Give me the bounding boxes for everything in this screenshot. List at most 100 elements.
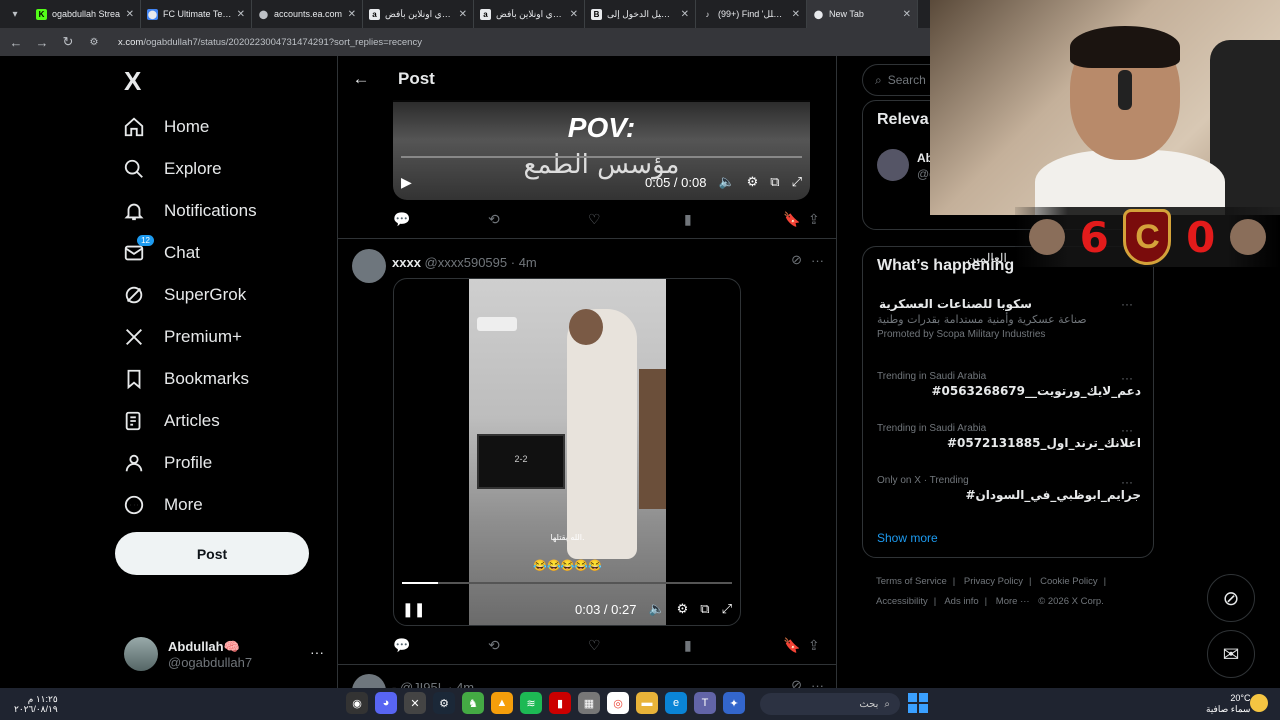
sidebar-item-bookmarks[interactable]: Bookmarks xyxy=(122,358,249,400)
avatar[interactable] xyxy=(352,674,386,688)
heart-icon[interactable]: ♡ xyxy=(588,211,601,228)
heart-icon[interactable]: ♡ xyxy=(588,637,601,654)
taskbar-search[interactable]: بحث ⌕ xyxy=(760,693,900,715)
more-dots-icon[interactable]: ··· xyxy=(1121,423,1133,437)
bookmark-icon[interactable]: 🔖 xyxy=(783,211,800,228)
avatar[interactable] xyxy=(877,149,909,181)
post-button[interactable]: Post xyxy=(115,532,309,575)
back-arrow-icon[interactable]: ← xyxy=(8,35,24,50)
sidebar-item-more[interactable]: More xyxy=(122,484,203,526)
footer-link[interactable]: Accessibility xyxy=(876,596,928,607)
tweet-author-handle[interactable]: @xxxx590595 xyxy=(425,255,508,270)
browser-tab-active[interactable]: ⬤ New Tab ✕ xyxy=(807,0,918,28)
close-icon[interactable]: ✕ xyxy=(792,9,800,20)
spotify-icon[interactable]: ≋ xyxy=(520,692,542,714)
avatar[interactable] xyxy=(352,249,386,283)
reload-icon[interactable]: ↻ xyxy=(60,34,76,50)
close-icon[interactable]: ✕ xyxy=(459,9,467,20)
footer-link[interactable]: More ··· xyxy=(996,596,1030,607)
gear-icon[interactable]: ⚙ xyxy=(677,601,689,617)
footer-link[interactable]: Cookie Policy xyxy=(1040,576,1098,587)
more-dots-icon[interactable]: ··· xyxy=(811,253,824,268)
share-icon[interactable]: ⇪ xyxy=(808,637,820,654)
site-info-icon[interactable]: ⚙ xyxy=(86,37,102,48)
url-field[interactable]: x.com/ogabdullah7/status/202022300473147… xyxy=(118,37,422,48)
play-icon[interactable]: ▶ xyxy=(401,174,412,191)
more-dots-icon[interactable]: ··· xyxy=(1121,297,1133,311)
retweet-icon[interactable]: ⟲ xyxy=(488,637,500,654)
close-icon[interactable]: ✕ xyxy=(570,9,578,20)
teams-icon[interactable]: T xyxy=(694,692,716,714)
reply-icon[interactable]: 💬 xyxy=(393,637,410,654)
sidebar-item-supergrok[interactable]: SuperGrok xyxy=(122,274,246,316)
sidebar-item-explore[interactable]: Explore xyxy=(122,148,222,190)
more-dots-icon[interactable]: ··· xyxy=(1121,371,1133,385)
tweet-author-name[interactable]: - xyxy=(392,680,396,688)
more-dots-icon[interactable]: ··· xyxy=(310,644,324,660)
edge-icon[interactable]: e xyxy=(665,692,687,714)
video-player[interactable]: 2-2 الله يقتلها. 😂😂😂😂😂 ❚❚ 0:03 / 0:27 🔈 … xyxy=(393,278,741,626)
sidebar-item-home[interactable]: Home xyxy=(122,106,209,148)
steam-icon[interactable]: ⚙ xyxy=(433,692,455,714)
gear-icon[interactable]: ⚙ xyxy=(747,174,759,190)
browser-tab[interactable]: B تسجيل الدخول إلى ✕ xyxy=(585,0,696,28)
grok-icon[interactable]: ⊘ xyxy=(791,252,802,268)
browser-tab[interactable]: ⬤ accounts.ea.com ✕ xyxy=(252,0,363,28)
share-icon[interactable]: ⇪ xyxy=(808,211,820,228)
close-icon[interactable]: ✕ xyxy=(237,9,245,20)
app-icon[interactable]: ▲ xyxy=(491,692,513,714)
retweet-icon[interactable]: ⟲ xyxy=(488,211,500,228)
tweet-author-handle[interactable]: @JI95L xyxy=(400,680,445,688)
footer-link[interactable]: Privacy Policy xyxy=(964,576,1023,587)
x-app-icon[interactable]: ✕ xyxy=(404,692,426,714)
sidebar-item-notifications[interactable]: Notifications xyxy=(122,190,257,232)
volume-icon[interactable]: 🔈 xyxy=(648,601,664,617)
back-arrow-icon[interactable]: ← xyxy=(338,69,384,89)
browser-tab[interactable]: a اشتري اونلاين بأفض ✕ xyxy=(363,0,474,28)
promoted-trend[interactable]: سكوبا للصناعات العسكرية صناعة عسكرية وأم… xyxy=(877,297,1141,340)
browser-tab[interactable]: Kogabdullah Strea ✕ xyxy=(30,0,141,28)
views-icon[interactable]: ▮ xyxy=(684,211,692,228)
show-more-link[interactable]: Show more xyxy=(877,531,938,545)
fullscreen-icon[interactable]: ⤢ xyxy=(792,174,802,190)
weather-widget[interactable]: 20°C سماء صافية xyxy=(1206,693,1250,715)
views-icon[interactable]: ▮ xyxy=(684,637,692,654)
tab-search-chevron-icon[interactable]: ▾ xyxy=(4,3,26,25)
account-switcher[interactable]: Abdullah🧠 @ogabdullah7 ··· xyxy=(124,634,324,674)
grok-icon[interactable]: ⊘ xyxy=(791,677,802,688)
browser-tab[interactable]: a اشتري اونلاين بأفض ✕ xyxy=(474,0,585,28)
bookmark-icon[interactable]: 🔖 xyxy=(783,637,800,654)
volume-icon[interactable]: 🔈 xyxy=(718,174,734,190)
video-progress[interactable] xyxy=(401,156,802,158)
app-icon[interactable]: ▮ xyxy=(549,692,571,714)
taskbar-clock[interactable]: ١١:٢٥ م ٢٠٢٦/٠٨/١٩ xyxy=(14,694,58,714)
trend-item[interactable]: Trending in Saudi Arabia #اعلانك_ترند_او… xyxy=(877,423,1141,450)
trend-item[interactable]: Trending in Saudi Arabia #دعم_لايك_ورتوي… xyxy=(877,371,1141,398)
discord-icon[interactable]: ◕ xyxy=(375,692,397,714)
more-dots-icon[interactable]: ··· xyxy=(1121,475,1133,489)
fullscreen-icon[interactable]: ⤢ xyxy=(722,601,732,617)
game-icon[interactable]: ♞ xyxy=(462,692,484,714)
sidebar-item-articles[interactable]: Articles xyxy=(122,400,220,442)
windows-start-icon[interactable] xyxy=(908,693,928,713)
trend-item[interactable]: Only on X · Trending #جرايم_ابوظبي_في_ال… xyxy=(877,475,1141,502)
forward-arrow-icon[interactable]: → xyxy=(34,35,50,50)
copilot-icon[interactable]: ✦ xyxy=(723,692,745,714)
sidebar-item-premium[interactable]: Premium+ xyxy=(122,316,242,358)
pip-icon[interactable]: ⧉ xyxy=(770,174,779,190)
pip-icon[interactable]: ⧉ xyxy=(700,601,709,617)
chrome-icon[interactable]: ◎ xyxy=(607,692,629,714)
grok-fab-button[interactable]: ⊘ xyxy=(1207,574,1255,622)
obs-icon[interactable]: ◉ xyxy=(346,692,368,714)
tweet-time[interactable]: · 4m xyxy=(448,680,474,688)
video-player[interactable]: POV: مؤسس الطمع ▶ 0:05 / 0:08 🔈 ⚙ ⧉ ⤢ xyxy=(393,100,810,200)
store-icon[interactable]: ▦ xyxy=(578,692,600,714)
close-icon[interactable]: ✕ xyxy=(903,9,911,20)
video-progress[interactable] xyxy=(402,582,732,584)
browser-tab[interactable]: ⬤ FC Ultimate Team ✕ xyxy=(141,0,252,28)
sidebar-item-profile[interactable]: Profile xyxy=(122,442,212,484)
messages-fab-button[interactable]: ✉ xyxy=(1207,630,1255,678)
close-icon[interactable]: ✕ xyxy=(348,9,356,20)
sidebar-item-chat[interactable]: 12 Chat xyxy=(122,232,200,274)
tweet-author-name[interactable]: xxxx xyxy=(392,255,421,270)
